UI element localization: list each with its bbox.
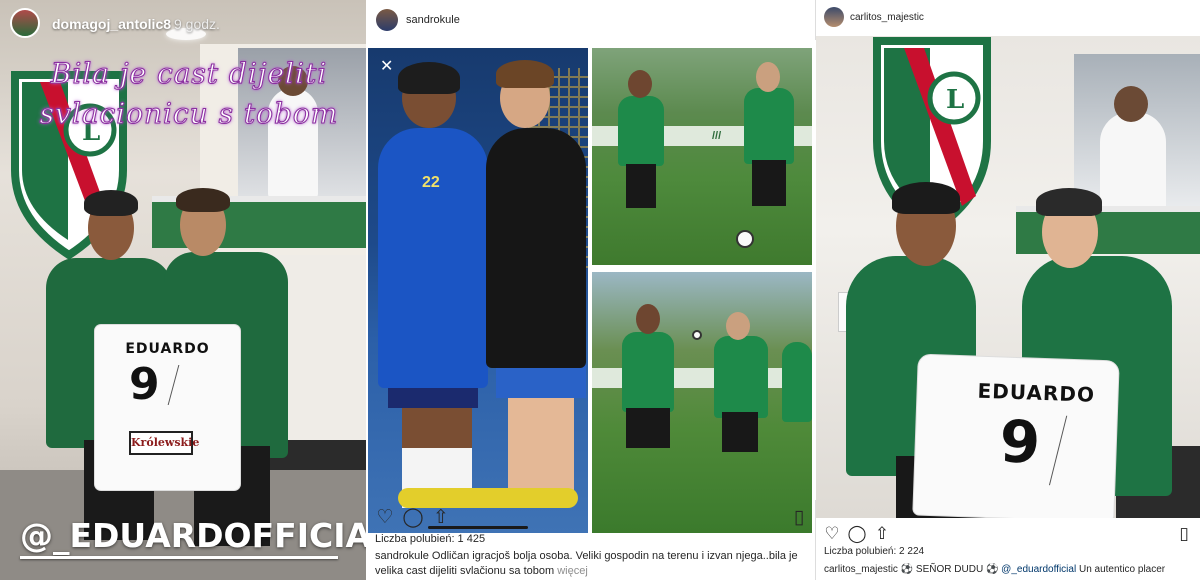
story-username[interactable]: domagoj_antolic8: [52, 16, 171, 32]
post-header: sandrokule: [366, 0, 816, 40]
photo-training-1: ///: [592, 48, 812, 265]
instagram-post-sandrokule: sandrokule 22 ✕ /// ♡ ◯ ⇧ ▯ Liczba polub…: [366, 0, 816, 580]
like-count[interactable]: Liczba polubień: 2 224: [824, 546, 924, 557]
post-photo-collage: 22 ✕ ///: [366, 40, 816, 533]
signed-jersey: EDUARDO 9: [913, 354, 1119, 518]
caption-text-post: Un autentico placer: [1078, 564, 1166, 575]
jersey-sponsor: Królewskie: [129, 431, 199, 455]
post-actions: ♡ ◯ ⇧ ▯: [366, 500, 816, 532]
mention-underline: [20, 556, 338, 559]
story-time: 9 godz.: [174, 16, 220, 32]
post-actions: ♡ ◯ ⇧ ▯: [816, 518, 1200, 548]
comment-icon[interactable]: ◯: [847, 525, 867, 543]
post-username[interactable]: sandrokule: [406, 14, 460, 26]
caption-mention[interactable]: @_eduardofficial: [1001, 564, 1076, 575]
post-caption: sandrokule Odličan igracjoš bolja osoba.…: [375, 549, 805, 579]
instagram-post-carlitos: carlitos_majestic L EDUARDO 9 ♡ ◯ ⇧ ▯ Li…: [816, 0, 1200, 580]
screenshot-collage: L EDUARDO 9 Królewskie domagoj_antolic8 …: [0, 0, 1200, 580]
story-handwritten-text: Bila je cast dijeliti svlacionicu s tobo…: [39, 57, 339, 131]
bookmark-icon[interactable]: ▯: [1174, 525, 1194, 543]
jersey-signature: [1048, 415, 1107, 487]
post-username[interactable]: carlitos_majestic: [850, 12, 924, 23]
jersey-signature: [167, 365, 225, 405]
svg-text:L: L: [946, 85, 964, 115]
caption-username[interactable]: carlitos_majestic: [824, 564, 898, 575]
avatar[interactable]: [824, 7, 844, 27]
post-header: carlitos_majestic: [816, 0, 1200, 36]
caption-username[interactable]: sandrokule: [375, 550, 429, 562]
avatar[interactable]: [376, 9, 398, 31]
instagram-story: L EDUARDO 9 Królewskie domagoj_antolic8 …: [0, 0, 366, 580]
wall-poster: [1074, 54, 1200, 214]
jersey-number: 9: [129, 359, 160, 410]
bookmark-icon[interactable]: ▯: [788, 507, 810, 527]
heart-icon[interactable]: ♡: [374, 507, 396, 527]
jersey-name: EDUARDO: [125, 341, 210, 357]
caption-text-pre: ⚽ SEÑOR DUDU ⚽: [900, 564, 999, 575]
story-header: domagoj_antolic8 9 godz.: [0, 0, 366, 48]
story-mention-tag[interactable]: @_EDUARDOFFICIAL: [20, 516, 366, 555]
jersey-number: 9: [998, 407, 1042, 477]
share-icon[interactable]: ⇧: [430, 507, 452, 527]
signed-jersey: EDUARDO 9 Królewskie: [95, 325, 240, 490]
photo-training-2: [592, 272, 812, 533]
photo-two-players: 22 ✕: [368, 48, 588, 533]
more-link[interactable]: więcej: [557, 565, 588, 577]
jersey-number: 22: [422, 174, 440, 191]
jersey-name: EDUARDO: [977, 378, 1096, 407]
heart-icon[interactable]: ♡: [822, 525, 842, 543]
like-count[interactable]: Liczba polubień: 1 425: [375, 533, 485, 545]
share-icon[interactable]: ⇧: [872, 525, 892, 543]
avatar[interactable]: [10, 8, 40, 38]
close-icon[interactable]: ✕: [380, 56, 393, 76]
post-photo: L EDUARDO 9: [816, 36, 1200, 518]
comment-icon[interactable]: ◯: [402, 507, 424, 527]
post-caption: carlitos_majestic ⚽ SEÑOR DUDU ⚽ @_eduar…: [824, 563, 1196, 577]
